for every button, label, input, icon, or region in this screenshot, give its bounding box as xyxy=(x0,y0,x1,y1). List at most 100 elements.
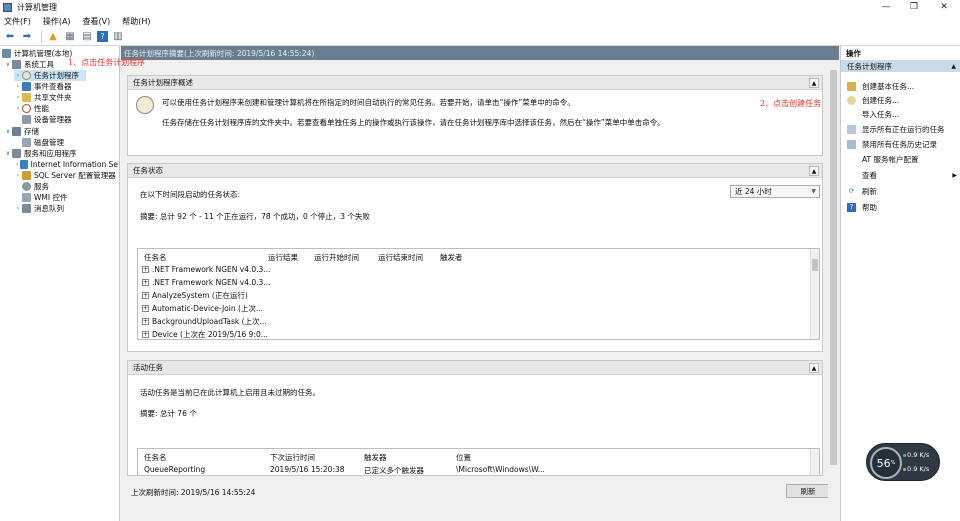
tree-item-event-viewer[interactable]: › 事件查看器 xyxy=(14,81,72,92)
main-scrollbar[interactable] xyxy=(828,60,839,521)
tree-item-device-manager[interactable]: 设备管理器 xyxy=(22,114,72,125)
expand-chevron-icon[interactable]: › xyxy=(14,72,22,79)
scrollbar-thumb[interactable] xyxy=(830,70,837,465)
expand-plus-icon[interactable]: + xyxy=(142,266,149,273)
expand-plus-icon[interactable]: + xyxy=(142,292,149,299)
upload-dot-icon xyxy=(903,454,906,457)
period-dropdown[interactable]: 近 24 小时 ▼ xyxy=(730,185,820,198)
menu-file[interactable]: 文件(F) xyxy=(4,16,31,27)
col-header-start-time[interactable]: 运行开始时间 xyxy=(314,252,359,263)
table-scrollbar[interactable] xyxy=(810,449,819,475)
tree-item-services[interactable]: 服务 xyxy=(22,181,49,192)
col-header-result[interactable]: 运行结果 xyxy=(268,252,298,263)
expand-chevron-icon[interactable]: › xyxy=(14,94,22,101)
shared-folder-icon xyxy=(22,93,31,102)
collapse-section-icon[interactable]: ▲ xyxy=(809,166,819,176)
expand-chevron-icon[interactable]: › xyxy=(14,105,22,112)
back-arrow-icon[interactable]: ⬅ xyxy=(3,30,17,44)
table-row[interactable]: + BackgroundUploadTask (上次... xyxy=(142,315,267,328)
action-disable-history[interactable]: 禁用所有任务历史记录 xyxy=(841,137,960,151)
active-task-name[interactable]: QueueReporting xyxy=(144,465,205,474)
menu-view[interactable]: 查看(V) xyxy=(83,16,111,27)
col-header-triggered-by[interactable]: 触发者 xyxy=(440,252,463,263)
tree-item-storage[interactable]: ∨ 存储 xyxy=(4,126,39,137)
overview-section: 任务计划程序概述 ▲ 可以使用任务计划程序来创建和管理计算机将在所指定的时间自动… xyxy=(127,75,823,156)
tree-item-wmi[interactable]: WMI 控件 xyxy=(22,192,67,203)
folder-up-icon[interactable]: ▲ xyxy=(46,30,60,44)
expand-chevron-icon[interactable]: › xyxy=(14,172,22,179)
tree-item-disk-management[interactable]: 磁盘管理 xyxy=(22,137,64,148)
col-header-task-name[interactable]: 任务名 xyxy=(144,252,167,263)
action-show-running[interactable]: 显示所有正在运行的任务 xyxy=(841,122,960,136)
expand-plus-icon[interactable]: + xyxy=(142,331,149,338)
col-header-end-time[interactable]: 运行结束时间 xyxy=(378,252,423,263)
menu-help[interactable]: 帮助(H) xyxy=(122,16,150,27)
forward-arrow-icon[interactable]: ➡ xyxy=(20,30,34,44)
show-hide-tree-icon[interactable]: ▦ xyxy=(63,30,77,44)
table-row[interactable]: + .NET Framework NGEN v4.0.3... xyxy=(142,263,270,276)
tree-label: 计算机管理(本地) xyxy=(14,49,73,58)
expand-plus-icon[interactable]: + xyxy=(142,279,149,286)
action-label: AT 服务帐户配置 xyxy=(862,154,919,164)
collapse-section-icon[interactable]: ▲ xyxy=(809,78,819,88)
action-label: 创建任务... xyxy=(862,95,900,105)
tree-item-services-apps[interactable]: ∨ 服务和应用程序 xyxy=(4,148,77,159)
col-header-trigger[interactable]: 触发器 xyxy=(364,452,387,463)
close-button[interactable]: ✕ xyxy=(930,0,958,14)
active-tasks-table: 任务名 下次运行时间 触发器 位置 QueueReporting 2019/5/… xyxy=(137,448,820,475)
tree-item-system-tools[interactable]: ∨ 系统工具 xyxy=(4,59,54,70)
status-period-label: 在以下时间段启动的任务状态: xyxy=(140,190,241,199)
col-header-next-run[interactable]: 下次运行时间 xyxy=(270,452,315,463)
tree-item-iis[interactable]: › Internet Information Se xyxy=(14,159,118,170)
expand-plus-icon[interactable]: + xyxy=(142,318,149,325)
action-create-task[interactable]: 创建任务... xyxy=(841,93,960,107)
action-refresh[interactable]: ⟳ 刷新 xyxy=(841,184,960,198)
table-row[interactable]: + AnalyzeSystem (正在运行) xyxy=(142,289,248,302)
expand-chevron-icon[interactable]: › xyxy=(14,205,22,212)
task-status-title: 任务状态 xyxy=(128,164,822,178)
basic-task-icon xyxy=(847,81,856,91)
expand-chevron-icon[interactable]: › xyxy=(14,83,22,90)
properties-icon[interactable]: ▤ xyxy=(80,30,94,44)
active-tasks-summary: 摘要: 总计 76 个 xyxy=(140,409,197,418)
menu-action[interactable]: 操作(A) xyxy=(43,16,71,27)
overview-title: 任务计划程序概述 xyxy=(128,76,822,90)
network-monitor-widget[interactable]: 56% 0.9 K/s 0.9 K/s xyxy=(866,443,940,481)
collapse-chevron-icon[interactable]: ∨ xyxy=(4,128,12,135)
active-tasks-description: 活动任务是当前已在此计算机上启用且未过期的任务。 xyxy=(140,388,320,397)
show-hide-action-pane-icon[interactable]: ▥ xyxy=(111,30,125,44)
refresh-button[interactable]: 刷新 xyxy=(786,484,830,498)
actions-section-task-scheduler[interactable]: 任务计划程序 ▲ xyxy=(841,60,960,72)
table-scrollbar[interactable] xyxy=(810,249,819,339)
col-header-location[interactable]: 位置 xyxy=(456,452,471,463)
tree-item-root[interactable]: 计算机管理(本地) xyxy=(2,48,72,59)
tree-item-performance[interactable]: › 性能 xyxy=(14,103,49,114)
menu-bar: 文件(F) 操作(A) 查看(V) 帮助(H) xyxy=(0,14,960,28)
annotation-step-1: 1、点击任务计划程序 xyxy=(68,58,146,67)
annotation-step-2: 2、点击创建任务 xyxy=(760,99,822,108)
table-row[interactable]: + .NET Framework NGEN v4.0.3... xyxy=(142,276,270,289)
help-icon: ? xyxy=(847,202,856,212)
tree-item-sql-server[interactable]: › SQL Server 配置管理器 xyxy=(14,170,116,181)
table-row[interactable]: + Device (上次在 2019/5/16 9:0... xyxy=(142,328,268,341)
services-apps-icon xyxy=(12,149,21,158)
table-row[interactable]: + Automatic-Device-Join (上次... xyxy=(142,302,263,315)
collapse-chevron-icon[interactable]: ∨ xyxy=(4,150,12,157)
minimize-button[interactable]: — xyxy=(872,0,900,14)
col-header-task-name[interactable]: 任务名 xyxy=(144,452,167,463)
maximize-button[interactable]: ❐ xyxy=(900,0,928,14)
help-icon[interactable]: ? xyxy=(97,31,108,42)
action-at-service-account[interactable]: AT 服务帐户配置 xyxy=(841,152,960,166)
scrollbar-thumb[interactable] xyxy=(812,259,818,271)
collapse-section-icon[interactable]: ▲ xyxy=(809,363,819,373)
action-import-task[interactable]: 导入任务... xyxy=(841,107,960,121)
action-view[interactable]: 查看 ▶ xyxy=(841,168,960,182)
collapse-caret-icon[interactable]: ▲ xyxy=(951,63,956,70)
expand-plus-icon[interactable]: + xyxy=(142,305,149,312)
tree-item-message-queuing[interactable]: › 消息队列 xyxy=(14,203,64,214)
tree-item-task-scheduler[interactable]: › 任务计划程序 xyxy=(14,70,86,81)
tree-item-shared-folders[interactable]: › 共享文件夹 xyxy=(14,92,72,103)
action-help[interactable]: ? 帮助 xyxy=(841,200,960,214)
action-create-basic-task[interactable]: 创建基本任务... xyxy=(841,79,960,93)
collapse-chevron-icon[interactable]: ∨ xyxy=(4,61,12,68)
